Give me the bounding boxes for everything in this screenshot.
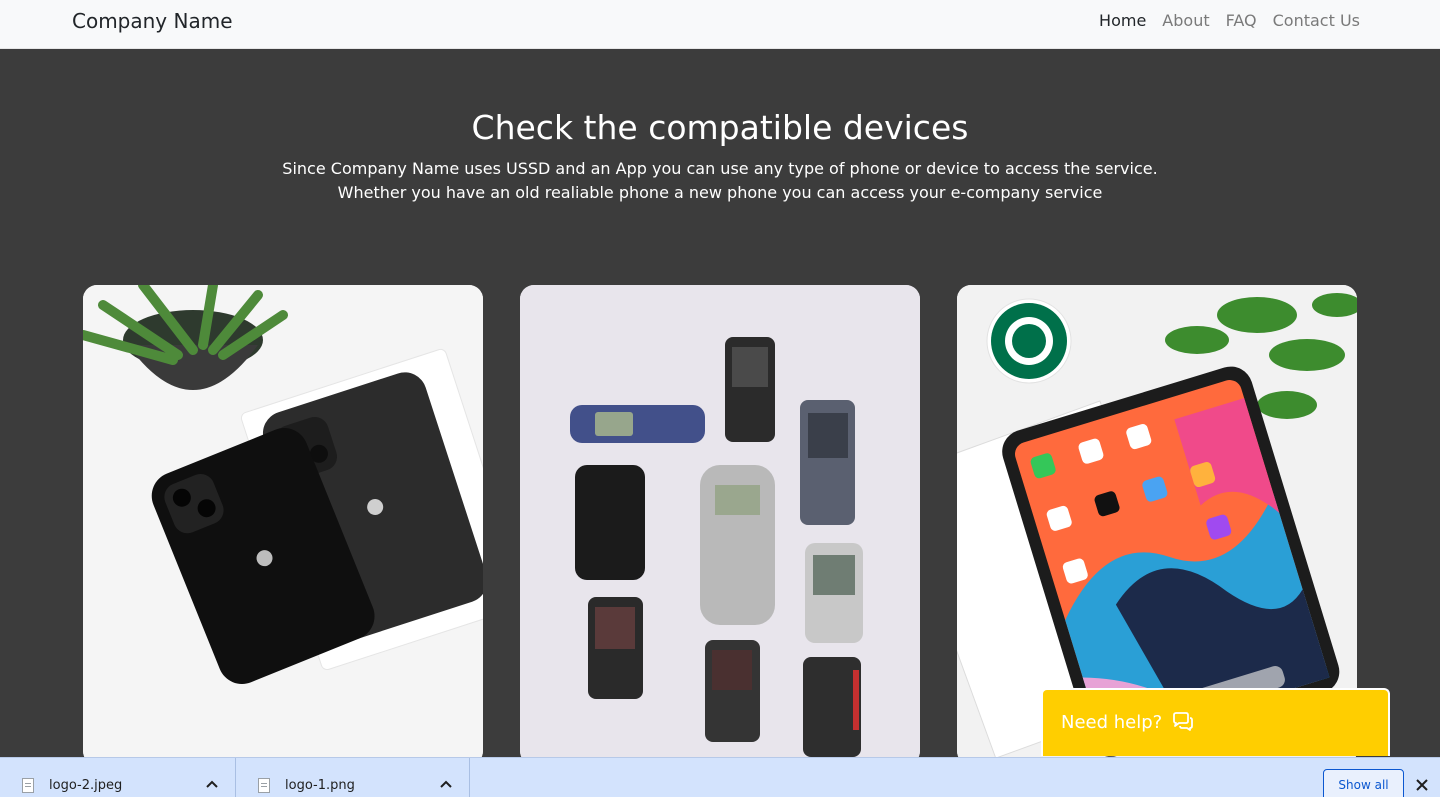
hero-description: Since Company Name uses USSD and an App … xyxy=(0,157,1440,205)
brand-link[interactable]: Company Name xyxy=(72,9,233,33)
hero-line-1: Since Company Name uses USSD and an App … xyxy=(282,159,1158,178)
nav-links: Home About FAQ Contact Us xyxy=(1099,11,1360,30)
device-card-smartphone xyxy=(83,285,483,765)
download-item[interactable]: logo-1.png xyxy=(236,758,470,797)
file-icon xyxy=(258,778,270,793)
chevron-up-icon[interactable] xyxy=(205,777,219,791)
file-icon xyxy=(22,778,34,793)
nav-about[interactable]: About xyxy=(1162,11,1209,30)
page-title: Check the compatible devices xyxy=(471,108,969,147)
old-phones-photo xyxy=(520,285,920,765)
iphone-photo xyxy=(83,285,483,765)
nav-faq[interactable]: FAQ xyxy=(1226,11,1257,30)
device-card-feature-phone xyxy=(520,285,920,765)
download-filename: logo-1.png xyxy=(285,778,355,793)
chat-bubbles-icon xyxy=(1173,712,1193,731)
download-item[interactable]: logo-2.jpeg xyxy=(0,758,236,797)
navbar: Company Name Home About FAQ Contact Us xyxy=(0,0,1440,49)
nav-contact-us[interactable]: Contact Us xyxy=(1273,11,1360,30)
chevron-up-icon[interactable] xyxy=(439,777,453,791)
nav-home[interactable]: Home xyxy=(1099,11,1146,30)
download-filename: logo-2.jpeg xyxy=(49,778,123,793)
need-help-label: Need help? xyxy=(1061,712,1163,733)
close-icon[interactable] xyxy=(1414,777,1430,793)
need-help-button[interactable]: Need help? xyxy=(1041,688,1390,756)
hero-line-2: Whether you have an old realiable phone … xyxy=(337,183,1103,202)
download-bar: logo-2.jpeg logo-1.png Show all xyxy=(0,757,1440,797)
show-all-button[interactable]: Show all xyxy=(1323,769,1404,797)
